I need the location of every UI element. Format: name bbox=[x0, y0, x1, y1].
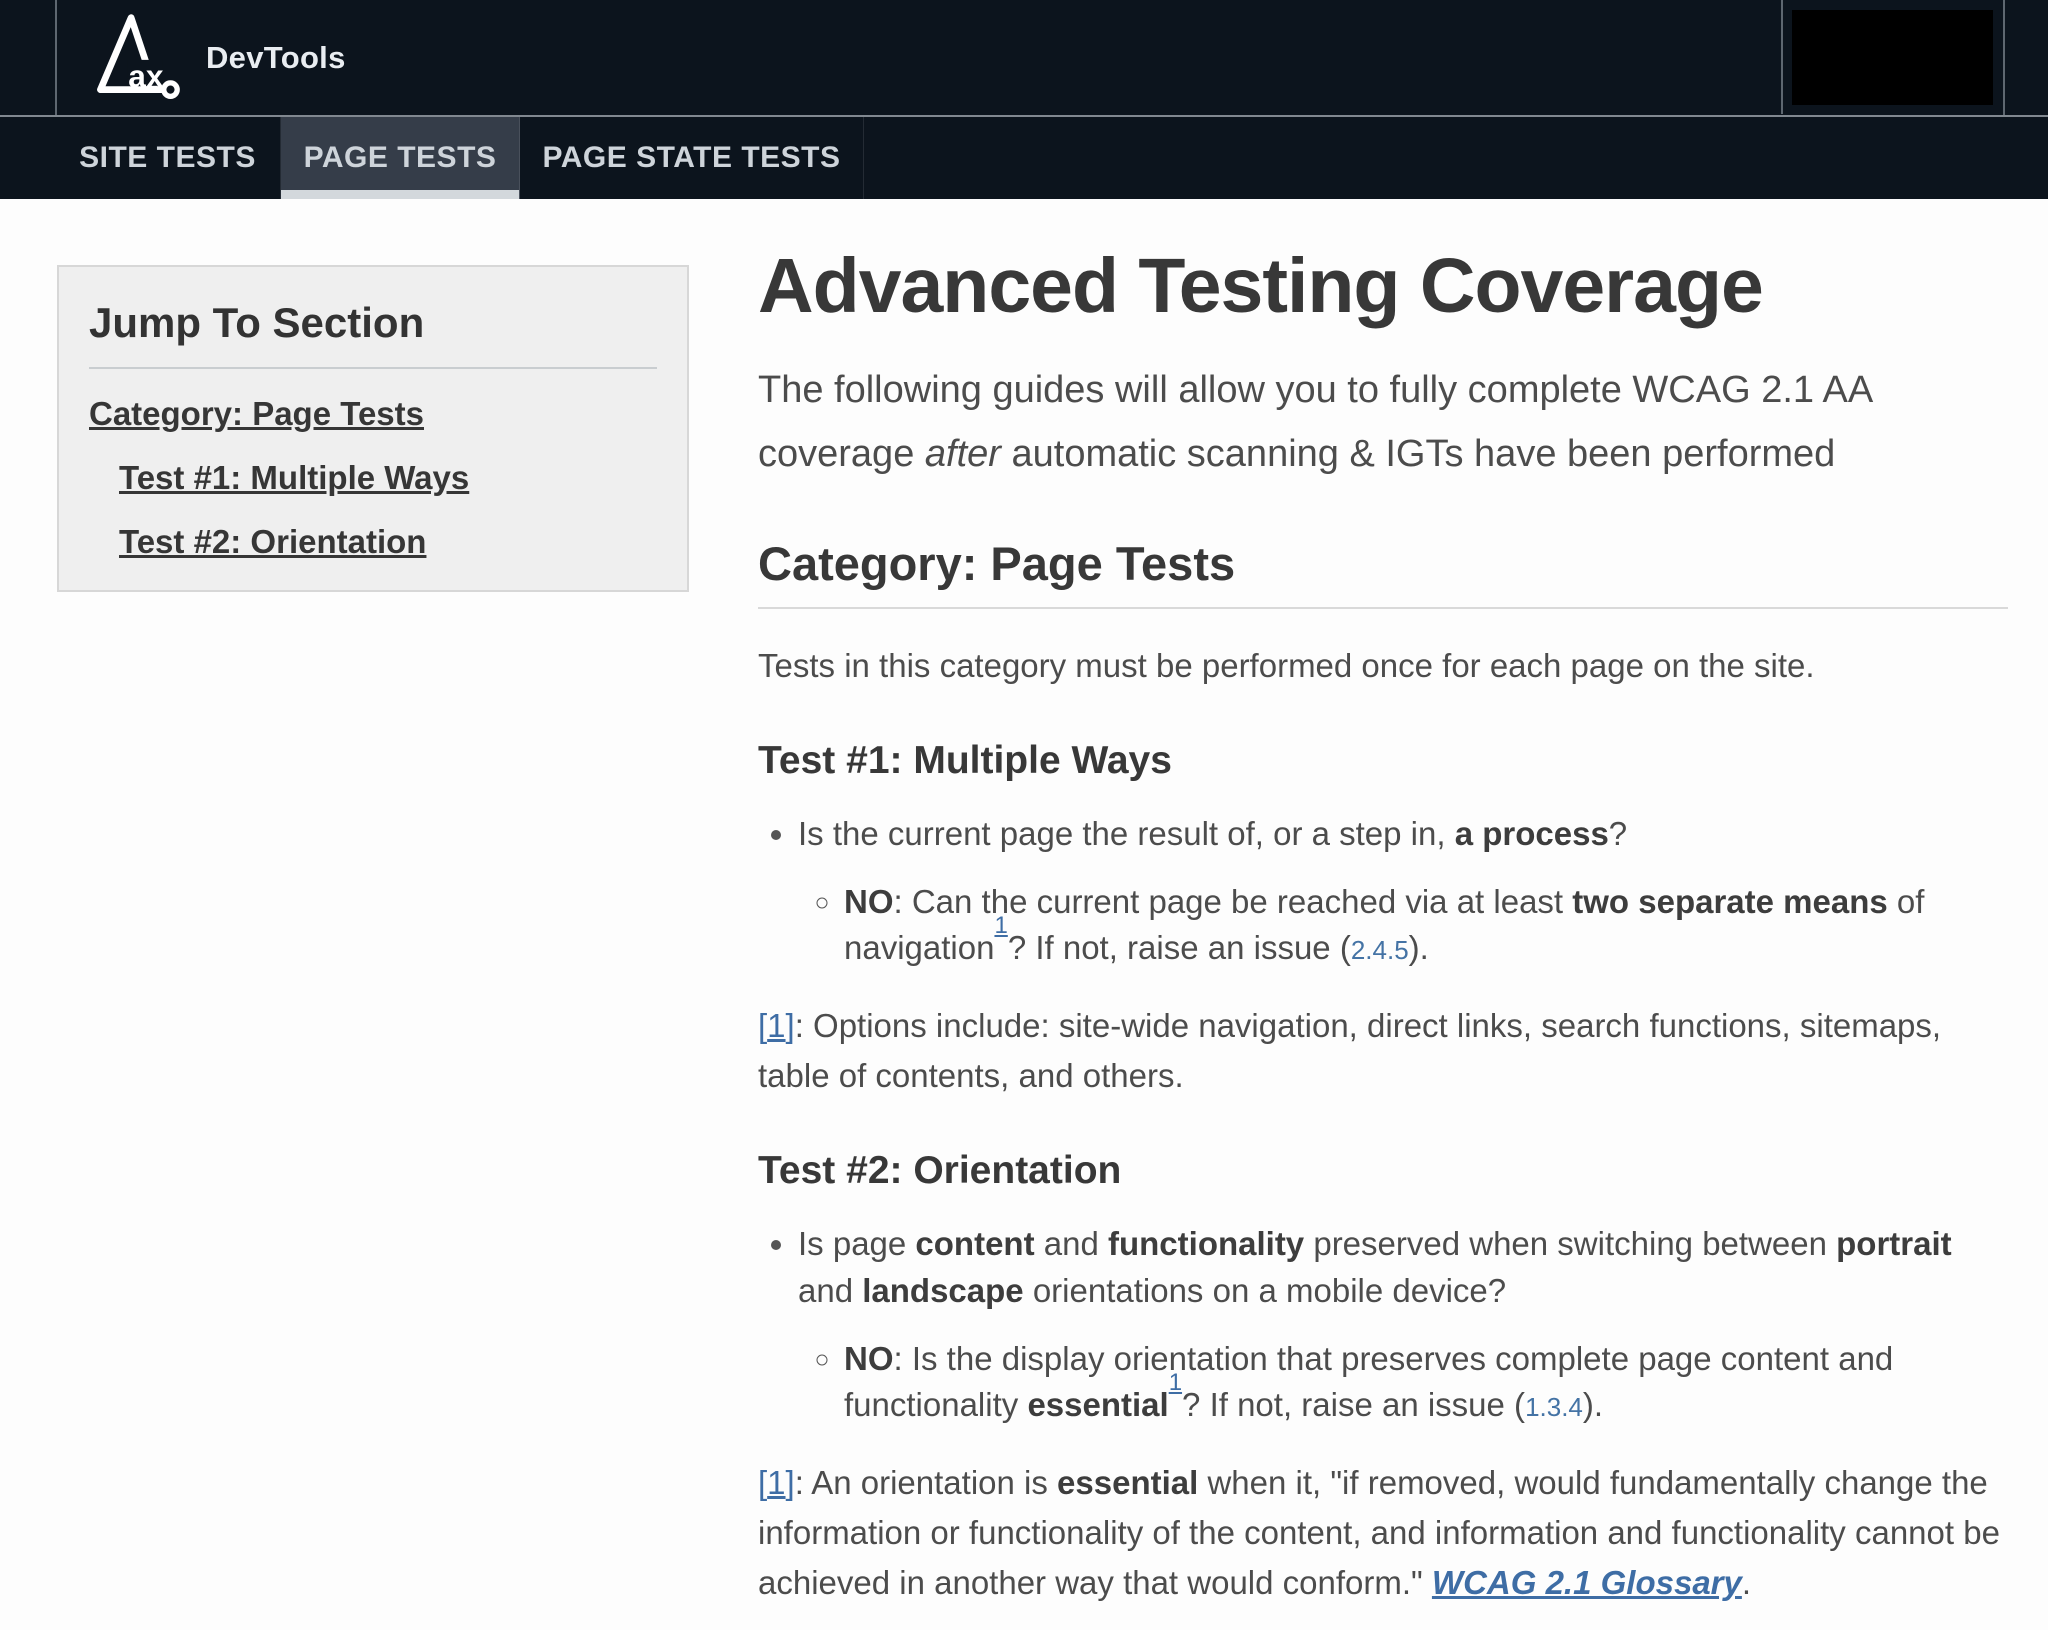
footnote-sup-link[interactable]: 1 bbox=[994, 912, 1007, 939]
bold-text: a process bbox=[1455, 815, 1609, 852]
text-segment: ? If not, raise an issue ( bbox=[1008, 929, 1351, 966]
text-segment: : An orientation is bbox=[795, 1464, 1057, 1501]
text-segment: preserved when switching between bbox=[1304, 1225, 1836, 1262]
bold-text: functionality bbox=[1108, 1225, 1304, 1262]
text-segment: Is page bbox=[798, 1225, 915, 1262]
jump-panel-divider bbox=[89, 367, 657, 369]
app-screen: ax DevTools SITE TESTS PAGE TESTS PAGE S… bbox=[0, 0, 2048, 1630]
test1-heading: Test #1: Multiple Ways bbox=[758, 737, 2008, 784]
footnote-link[interactable]: ] bbox=[786, 1464, 795, 1501]
bold-text: landscape bbox=[862, 1272, 1023, 1309]
test1-followup-list: NO: Can the current page be reached via … bbox=[798, 879, 2008, 973]
test1-question-text: Is the current page the result of, or a … bbox=[798, 815, 1627, 852]
tab-page-state-tests[interactable]: PAGE STATE TESTS bbox=[520, 117, 864, 199]
redacted-area bbox=[1792, 10, 1993, 105]
svg-text:ax: ax bbox=[128, 58, 164, 94]
tab-site-tests[interactable]: SITE TESTS bbox=[55, 117, 281, 199]
text-segment: automatic scanning & IGTs have been perf… bbox=[1001, 433, 1835, 475]
jump-link-test1-multiple-ways[interactable]: Test #1: Multiple Ways bbox=[119, 459, 657, 497]
test2-question-item: Is page content and functionality preser… bbox=[798, 1220, 2008, 1430]
bold-text: essential bbox=[1027, 1386, 1168, 1423]
test2-heading: Test #2: Orientation bbox=[758, 1147, 2008, 1194]
bold-text: NO bbox=[844, 883, 894, 920]
footnote-link[interactable]: 1 bbox=[767, 1007, 785, 1044]
test1-footnote: [1]: Options include: site-wide navigati… bbox=[758, 1001, 2008, 1101]
page-title: Advanced Testing Coverage bbox=[758, 244, 2008, 328]
main-content: Advanced Testing Coverage The following … bbox=[758, 199, 2008, 1608]
text-segment: ? bbox=[1609, 815, 1627, 852]
text-segment: and bbox=[798, 1272, 862, 1309]
jump-link-test2-orientation[interactable]: Test #2: Orientation bbox=[119, 523, 657, 561]
footnote-sup-link[interactable]: 1 bbox=[1169, 1369, 1182, 1396]
header-divider-right bbox=[2003, 0, 2005, 129]
test1-question-item: Is the current page the result of, or a … bbox=[798, 810, 2008, 973]
brand-title: DevTools bbox=[206, 0, 346, 115]
text-segment: . bbox=[1742, 1564, 1751, 1601]
bold-text: two separate means bbox=[1572, 883, 1887, 920]
bold-text: content bbox=[915, 1225, 1034, 1262]
text-segment: ). bbox=[1409, 929, 1429, 966]
footnote-link[interactable]: ] bbox=[786, 1007, 795, 1044]
text-segment: orientations on a mobile device? bbox=[1024, 1272, 1506, 1309]
success-criterion-link[interactable]: 2.4.5 bbox=[1351, 935, 1409, 965]
test2-followup-list: NO: Is the display orientation that pres… bbox=[798, 1336, 2008, 1430]
footnote-link[interactable]: 1 bbox=[767, 1464, 785, 1501]
jump-to-section-panel: Jump To Section Category: Page Tests Tes… bbox=[57, 265, 689, 592]
intro-paragraph: The following guides will allow you to f… bbox=[758, 358, 2008, 486]
test2-footnote: [1]: An orientation is essential when it… bbox=[758, 1458, 2008, 1608]
category-note: Tests in this category must be performed… bbox=[758, 641, 2008, 691]
text-segment: Is the current page the result of, or a … bbox=[798, 815, 1455, 852]
bold-text: NO bbox=[844, 1340, 894, 1377]
jump-link-category-page-tests[interactable]: Category: Page Tests bbox=[89, 395, 657, 433]
jump-panel-title: Jump To Section bbox=[89, 299, 657, 347]
italic-text: after bbox=[925, 433, 1001, 475]
test1-question-list: Is the current page the result of, or a … bbox=[758, 810, 2008, 973]
header-divider-mid bbox=[1781, 0, 1783, 114]
footnote-link[interactable]: [ bbox=[758, 1007, 767, 1044]
text-segment: ? If not, raise an issue ( bbox=[1182, 1386, 1525, 1423]
bold-text: portrait bbox=[1836, 1225, 1952, 1262]
test2-followup-item: NO: Is the display orientation that pres… bbox=[844, 1336, 2008, 1430]
test2-question-text: Is page content and functionality preser… bbox=[798, 1225, 1952, 1309]
jump-links: Category: Page Tests Test #1: Multiple W… bbox=[89, 395, 657, 561]
test2-question-list: Is page content and functionality preser… bbox=[758, 1220, 2008, 1430]
text-segment: ). bbox=[1583, 1386, 1603, 1423]
masthead: ax DevTools bbox=[0, 0, 2048, 115]
main-tabbar: SITE TESTS PAGE TESTS PAGE STATE TESTS bbox=[0, 115, 2048, 199]
category-heading: Category: Page Tests bbox=[758, 536, 2008, 591]
test1-followup-item: NO: Can the current page be reached via … bbox=[844, 879, 2008, 973]
glossary-link[interactable]: WCAG 2.1 Glossary bbox=[1432, 1564, 1742, 1601]
category-heading-divider bbox=[758, 607, 2008, 609]
footnote-link[interactable]: [ bbox=[758, 1464, 767, 1501]
axe-logo-icon: ax bbox=[86, 9, 182, 110]
tab-page-tests[interactable]: PAGE TESTS bbox=[281, 117, 520, 199]
text-segment: and bbox=[1035, 1225, 1108, 1262]
bold-text: essential bbox=[1057, 1464, 1198, 1501]
success-criterion-link[interactable]: 1.3.4 bbox=[1525, 1392, 1583, 1422]
text-segment: : Options include: site-wide navigation,… bbox=[758, 1007, 1941, 1094]
